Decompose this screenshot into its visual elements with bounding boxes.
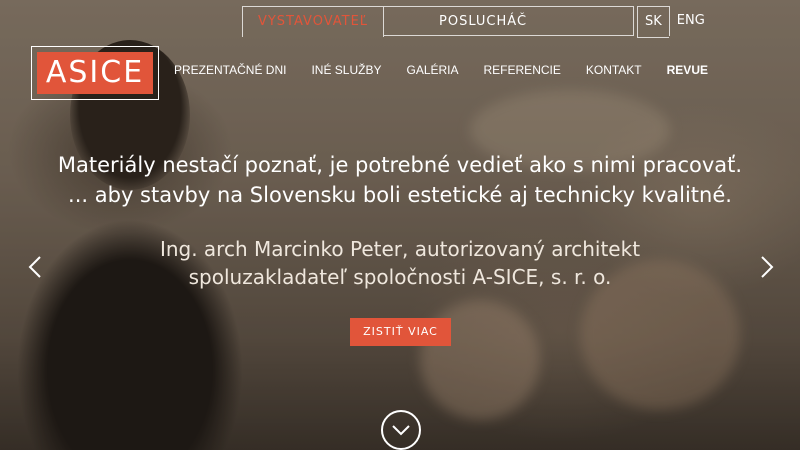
- nav-item-galeria[interactable]: GALÉRIA: [406, 63, 458, 77]
- author-line-2: spoluzakladateľ spoločnosti A-SICE, s. r…: [188, 265, 612, 289]
- nav-item-referencie[interactable]: REFERENCIE: [484, 63, 561, 77]
- nav-item-ine-sluzby[interactable]: INÉ SLUŽBY: [311, 63, 381, 77]
- headline-line-2: ... aby stavby na Slovensku boli estetic…: [68, 183, 732, 207]
- logo-text: ASICE: [37, 52, 153, 94]
- nav-item-prezentacne-dni[interactable]: PREZENTAČNÉ DNI: [174, 63, 286, 77]
- hero-headline: Materiály nestačí poznať, je potrebné ve…: [0, 150, 800, 210]
- hero-author: Ing. arch Marcinko Peter, autorizovaný a…: [0, 235, 800, 291]
- audience-tabs: VYSTAVOVATEĽ POSLUCHÁČ: [242, 6, 634, 38]
- language-switcher: SK ENG: [637, 6, 712, 38]
- headline-line-1: Materiály nestačí poznať, je potrebné ve…: [57, 153, 743, 177]
- language-eng[interactable]: ENG: [668, 6, 712, 36]
- language-sk[interactable]: SK: [637, 6, 669, 38]
- tab-listener[interactable]: POSLUCHÁČ: [384, 6, 634, 36]
- learn-more-button[interactable]: ZISTIŤ VIAC: [350, 318, 451, 346]
- chevron-down-icon: [392, 425, 410, 436]
- main-nav: PREZENTAČNÉ DNI INÉ SLUŽBY GALÉRIA REFER…: [174, 63, 733, 77]
- chevron-right-icon[interactable]: [756, 255, 776, 279]
- tab-exhibitor[interactable]: VYSTAVOVATEĽ: [242, 6, 384, 37]
- chevron-left-icon[interactable]: [26, 255, 46, 279]
- nav-item-revue[interactable]: REVUE: [667, 63, 708, 77]
- scroll-down-button[interactable]: [381, 410, 421, 450]
- author-line-1: Ing. arch Marcinko Peter, autorizovaný a…: [159, 237, 641, 261]
- site-logo[interactable]: ASICE: [31, 46, 159, 100]
- nav-item-kontakt[interactable]: KONTAKT: [586, 63, 642, 77]
